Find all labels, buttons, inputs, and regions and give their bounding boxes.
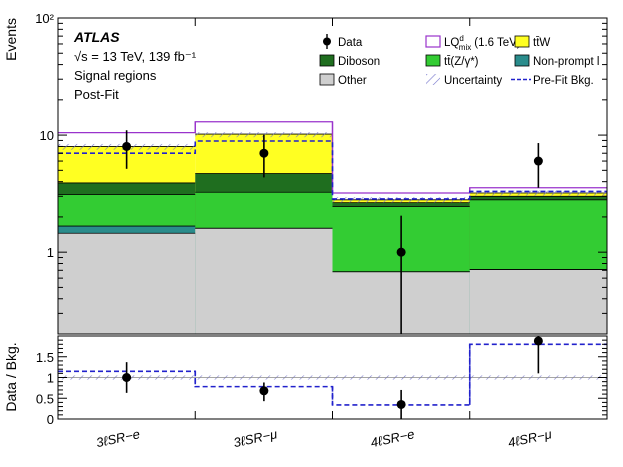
experiment-label: ATLAS — [73, 29, 120, 45]
ratio-point-bin-2 — [259, 386, 269, 396]
stack-other-bin-2 — [195, 228, 333, 334]
uncertainty-bin-3 — [332, 197, 470, 203]
legend-label-uncertainty: Uncertainty — [444, 75, 502, 87]
legend-marker-data-dot — [323, 37, 331, 46]
legend-label-other: Other — [338, 75, 367, 87]
y-tick-label-1: 1 — [47, 245, 54, 260]
x-label-2: 3ℓSR−μ — [232, 426, 278, 450]
ratio-lines — [58, 343, 607, 406]
y-tick-label-10: 10 — [40, 128, 54, 143]
uncertainty-bin-4 — [469, 190, 607, 196]
data-point-bin-2 — [259, 148, 269, 158]
legend-marker-diboson — [319, 54, 335, 67]
data-point-bin-1 — [122, 141, 132, 151]
ratio-tick-label-0.5: 0.5 — [36, 391, 54, 406]
energy-lumi-label: √s = 13 TeV, 139 fb⁻¹ — [74, 49, 197, 64]
legend-label-ttz: tt̄(Z/γ*) — [444, 56, 479, 68]
ratio-tick-label-0: 0 — [47, 412, 54, 427]
ratio-point-bin-1 — [122, 373, 132, 382]
legend-label-signal: LQd mix (1.6 TeV) — [444, 34, 521, 52]
legend-marker-ttw — [514, 35, 530, 48]
legend-label-prefit: Pre-Fit Bkg. — [533, 75, 594, 87]
y-tick-label-100: 10² — [35, 11, 54, 26]
stack-other-bin-4 — [469, 269, 607, 334]
legend-label-data: Data — [338, 37, 363, 49]
y-axis-title: Events — [3, 18, 19, 61]
x-label-1: 3ℓSR−e — [95, 426, 141, 450]
data-point-bin-4 — [533, 156, 543, 166]
ratio-y-ticks: 0 0.5 1 1.5 — [36, 335, 607, 427]
legend: Data LQd mix (1.6 TeV) tt̄W Diboson tt̄(Z/γ*) N… — [319, 34, 599, 87]
legend-marker-uncertainty — [426, 74, 440, 85]
data-point-bin-3 — [396, 247, 406, 257]
ratio-point-bin-3 — [396, 399, 406, 409]
atlas-lq-chart: 11010² ATLAS √s = 13 TeV, 139 fb⁻¹ Signa… — [3, 11, 608, 450]
ratio-tick-label-1: 1 — [47, 371, 54, 386]
stack-other-bin-1 — [58, 233, 196, 334]
ratio-tick-label-1.5: 1.5 — [36, 350, 54, 365]
legend-marker-nonprompt — [514, 54, 530, 67]
legend-marker-ttz — [425, 54, 441, 67]
ratio-point-bin-4 — [533, 336, 543, 346]
legend-label-diboson: Diboson — [338, 56, 380, 68]
legend-label-nonprompt: Non-prompt l — [533, 56, 599, 68]
ratio-axis-title: Data / Bkg. — [3, 342, 19, 411]
region-label: Signal regions — [74, 68, 157, 83]
x-label-4: 4ℓSR−μ — [507, 426, 553, 450]
fit-label: Post-Fit — [74, 87, 119, 102]
legend-marker-other — [319, 73, 335, 86]
x-label-3: 4ℓSR−e — [369, 426, 415, 450]
legend-label-ttw: tt̄W — [533, 37, 550, 49]
legend-marker-signal — [425, 35, 441, 48]
ratio-band — [58, 375, 607, 380]
